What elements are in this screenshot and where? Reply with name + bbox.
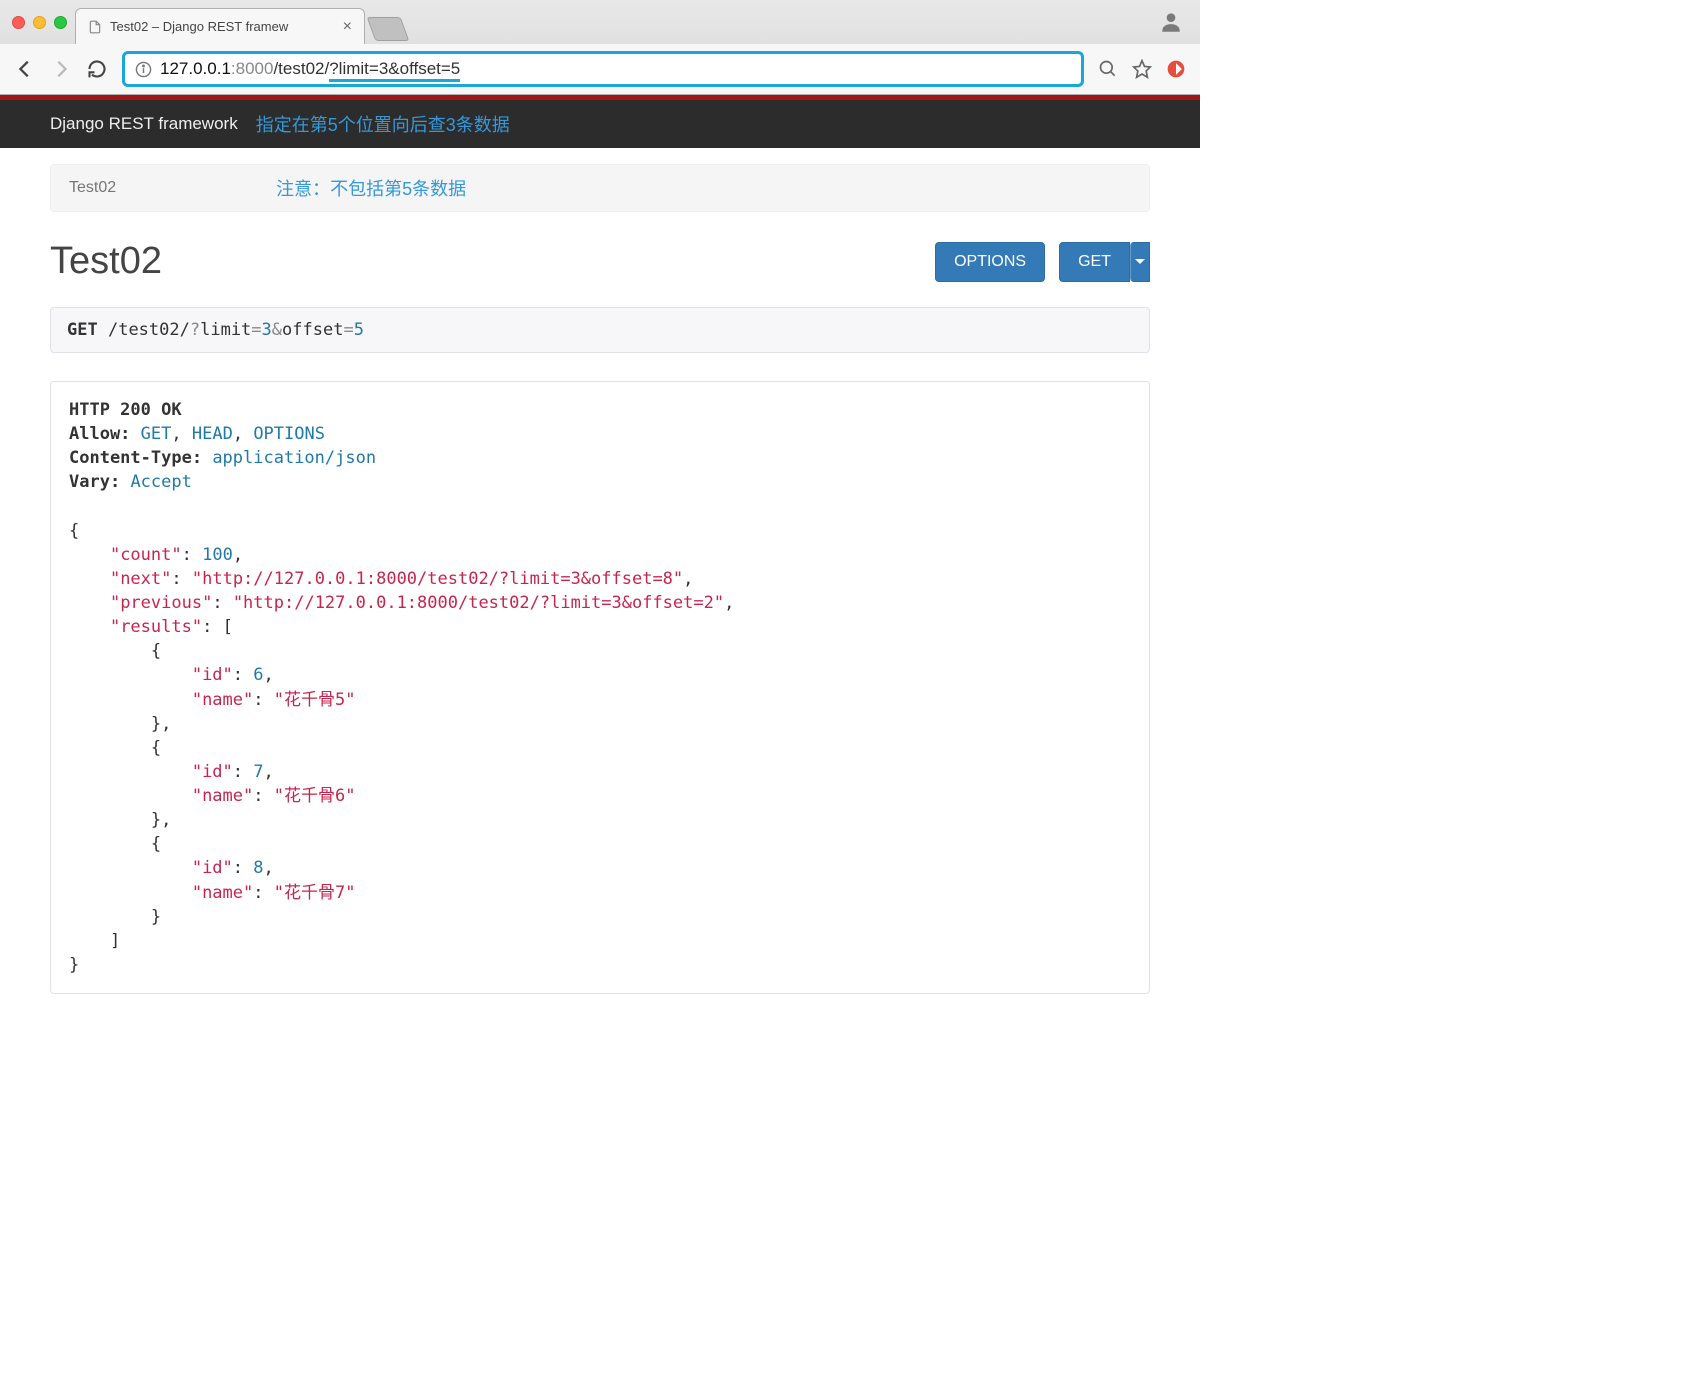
get-button[interactable]: GET (1059, 242, 1130, 282)
window-controls (12, 16, 75, 29)
req-path: /test02/ (108, 320, 190, 340)
main-container: Test02 注意：不包括第5条数据 Test02 OPTIONS GET GE… (0, 164, 1200, 1034)
tab-bar: Test02 – Django REST framew × (0, 0, 1200, 44)
forward-button[interactable] (50, 58, 72, 80)
minimize-window-icon[interactable] (33, 16, 46, 29)
annotation-text-2: 注意：不包括第5条数据 (276, 175, 466, 201)
address-bar[interactable]: 127.0.0.1:8000/test02/?limit=3&offset=5 (122, 51, 1084, 87)
new-tab-button[interactable] (367, 17, 410, 41)
reload-button[interactable] (86, 58, 108, 80)
url-text: 127.0.0.1:8000/test02/?limit=3&offset=5 (160, 59, 460, 79)
browser-toolbar: 127.0.0.1:8000/test02/?limit=3&offset=5 (0, 44, 1200, 94)
tab-title: Test02 – Django REST framew (110, 19, 288, 34)
page-title: Test02 (50, 240, 162, 283)
close-window-icon[interactable] (12, 16, 25, 29)
profile-icon[interactable] (1158, 9, 1184, 35)
status-line: HTTP 200 OK (69, 400, 182, 420)
extension-icon[interactable] (1166, 59, 1186, 79)
title-row: Test02 OPTIONS GET (50, 240, 1150, 283)
req-method: GET (67, 320, 98, 340)
maximize-window-icon[interactable] (54, 16, 67, 29)
browser-chrome: Test02 – Django REST framew × 127.0.0.1:… (0, 0, 1200, 95)
annotation-text: 指定在第5个位置向后查3条数据 (256, 111, 510, 137)
response-box: HTTP 200 OK Allow: GET, HEAD, OPTIONS Co… (50, 381, 1150, 994)
info-icon (135, 61, 152, 78)
back-button[interactable] (14, 58, 36, 80)
request-box: GET /test02/?limit=3&offset=5 (50, 307, 1150, 353)
options-button[interactable]: OPTIONS (935, 242, 1045, 282)
star-icon[interactable] (1132, 59, 1152, 79)
get-dropdown-button[interactable] (1130, 242, 1150, 282)
navbar: Django REST framework 指定在第5个位置向后查3条数据 (0, 100, 1200, 148)
get-button-group: GET (1059, 242, 1150, 282)
navbar-brand[interactable]: Django REST framework (50, 114, 238, 134)
breadcrumb: Test02 注意：不包括第5条数据 (50, 164, 1150, 212)
breadcrumb-item[interactable]: Test02 (69, 179, 116, 197)
close-tab-icon[interactable]: × (343, 18, 352, 36)
toolbar-right (1098, 59, 1186, 79)
chevron-down-icon (1135, 259, 1145, 264)
action-buttons: OPTIONS GET (935, 242, 1150, 282)
file-icon (88, 19, 102, 35)
browser-tab[interactable]: Test02 – Django REST framew × (75, 8, 365, 44)
zoom-icon[interactable] (1098, 59, 1118, 79)
